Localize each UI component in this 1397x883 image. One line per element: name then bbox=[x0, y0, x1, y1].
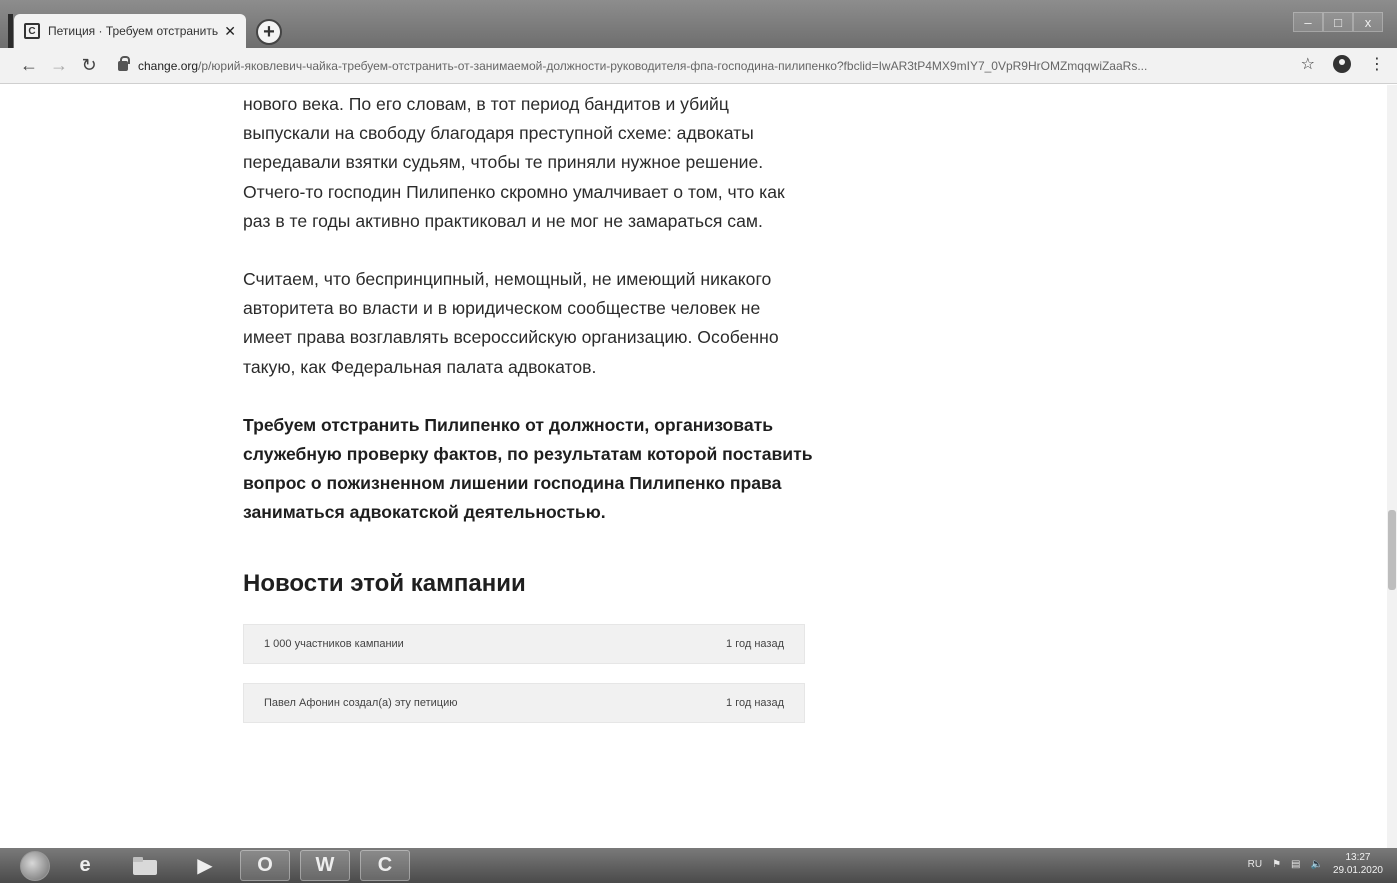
news-item[interactable]: 1 000 участников кампании 1 год назад bbox=[243, 623, 805, 664]
tab-title: Петиция · Требуем отстранить bbox=[48, 24, 219, 38]
flag-icon[interactable]: ⚑ bbox=[1272, 859, 1281, 870]
browser-tab-strip: C Петиция · Требуем отстранить ✕ + – □ x bbox=[0, 0, 1397, 48]
account-icon[interactable] bbox=[1333, 55, 1351, 73]
internet-explorer-icon[interactable]: e bbox=[60, 850, 110, 881]
minimize-button[interactable]: – bbox=[1293, 12, 1323, 32]
article-paragraph: Считаем, что беспринципный, немощный, не… bbox=[243, 269, 779, 377]
back-arrow-icon[interactable]: ← bbox=[14, 55, 44, 76]
menu-dots-icon[interactable]: ⋮ bbox=[1369, 54, 1385, 74]
outlook-icon[interactable]: O bbox=[240, 850, 290, 881]
campaign-news-heading: Новости этой кампании bbox=[243, 569, 526, 597]
change-org-favicon-icon: C bbox=[24, 23, 40, 39]
article-paragraph: нового века. По его словам, в тот период… bbox=[243, 94, 785, 231]
scrollbar-thumb[interactable] bbox=[1388, 510, 1396, 590]
toolbar-right-icons: ☆ ⋮ bbox=[1301, 54, 1385, 74]
news-item-text: Павел Афонин создал(а) эту петицию bbox=[264, 696, 458, 709]
maximize-button[interactable]: □ bbox=[1323, 12, 1353, 32]
petition-content: нового века. По его словам, в тот период… bbox=[243, 90, 813, 742]
window-frame-edge bbox=[8, 14, 13, 48]
system-clock[interactable]: 13:27 29.01.2020 bbox=[1333, 851, 1383, 877]
media-player-icon[interactable]: ▶ bbox=[180, 850, 230, 881]
file-explorer-icon[interactable] bbox=[120, 850, 170, 881]
address-bar[interactable]: change.org /p/юрий-яковлевич-чайка-требу… bbox=[118, 52, 1298, 80]
tab-close-icon[interactable]: ✕ bbox=[224, 23, 236, 40]
start-button[interactable] bbox=[20, 850, 50, 881]
reload-icon[interactable]: ↻ bbox=[74, 55, 104, 76]
forward-arrow-icon[interactable]: → bbox=[44, 55, 74, 76]
clock-time: 13:27 bbox=[1345, 852, 1371, 863]
volume-icon[interactable]: 🔈 bbox=[1310, 859, 1322, 870]
news-item[interactable]: Павел Афонин создал(а) эту петицию 1 год… bbox=[243, 682, 805, 723]
bookmark-star-icon[interactable]: ☆ bbox=[1301, 54, 1315, 74]
lock-icon bbox=[118, 56, 130, 71]
close-window-button[interactable]: x bbox=[1353, 12, 1383, 32]
news-item-time: 1 год назад bbox=[726, 637, 784, 650]
news-item-time: 1 год назад bbox=[726, 696, 784, 709]
system-tray: RU ⚑ ▤ 🔈 13:27 29.01.2020 bbox=[1248, 851, 1383, 877]
window-controls: – □ x bbox=[1293, 12, 1383, 32]
news-item-text: 1 000 участников кампании bbox=[264, 637, 404, 650]
petition-demand: Требуем отстранить Пилипенко от должност… bbox=[243, 414, 813, 523]
clock-date: 29.01.2020 bbox=[1332, 865, 1383, 876]
url-path: /p/юрий-яковлевич-чайка-требуем-отстрани… bbox=[198, 59, 1148, 73]
url-host: change.org bbox=[138, 59, 199, 73]
windows-taskbar: e ▶ O W C RU ⚑ ▤ 🔈 13:27 29.01.2020 bbox=[0, 848, 1397, 883]
chrome-icon[interactable]: C bbox=[360, 850, 410, 881]
network-icon[interactable]: ▤ bbox=[1291, 859, 1300, 870]
page-scrollbar[interactable] bbox=[1387, 85, 1397, 848]
browser-toolbar: ← → ↻ change.org /p/юрий-яковлевич-чайка… bbox=[0, 48, 1397, 84]
browser-tab-active[interactable]: C Петиция · Требуем отстранить ✕ bbox=[14, 14, 246, 48]
word-icon[interactable]: W bbox=[300, 850, 350, 881]
new-tab-button[interactable]: + bbox=[256, 19, 282, 45]
language-indicator[interactable]: RU bbox=[1248, 859, 1262, 870]
